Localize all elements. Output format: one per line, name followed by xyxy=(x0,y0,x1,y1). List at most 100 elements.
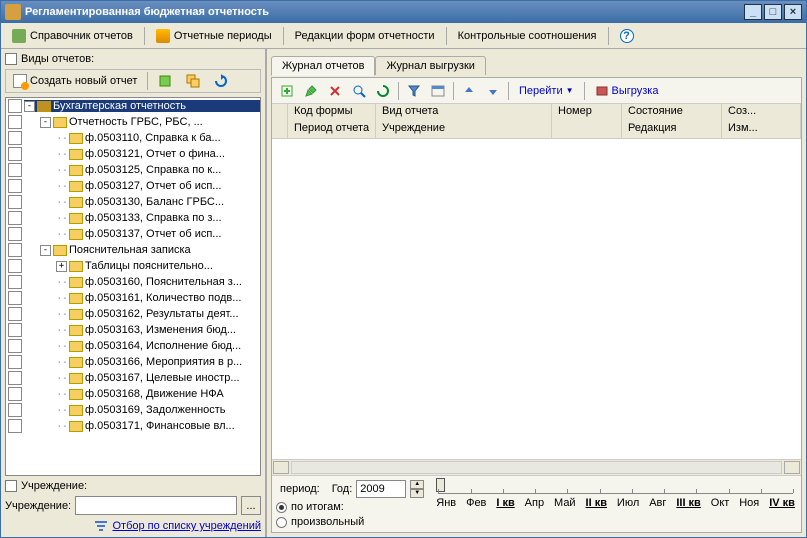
close-button[interactable]: × xyxy=(784,4,802,20)
report-tree[interactable]: -Бухгалтерская отчетность-Отчетность ГРБ… xyxy=(5,97,261,476)
control-button[interactable]: Контрольные соотношения xyxy=(451,27,604,45)
col-number[interactable]: Номер xyxy=(552,104,622,121)
radio-results[interactable] xyxy=(276,502,287,513)
tree-checkbox[interactable] xyxy=(8,339,22,353)
reference-button[interactable]: Справочник отчетов xyxy=(5,26,140,46)
expand-icon[interactable]: + xyxy=(56,261,67,272)
report-types-checkbox[interactable] xyxy=(5,53,17,65)
tab-export[interactable]: Журнал выгрузки xyxy=(375,56,485,75)
h-scrollbar[interactable] xyxy=(272,459,801,475)
scroll-left[interactable] xyxy=(273,461,289,474)
col-period[interactable]: Период отчета xyxy=(288,121,376,138)
month-label[interactable]: Май xyxy=(554,497,576,509)
tree-row[interactable]: ··ф.0503110, Справка к ба... xyxy=(6,130,260,146)
col-type[interactable]: Вид отчета xyxy=(376,104,552,121)
down-button[interactable] xyxy=(482,81,504,101)
tree-row[interactable]: ··ф.0503166, Мероприятия в р... xyxy=(6,354,260,370)
tree-row[interactable]: ··ф.0503162, Результаты деят... xyxy=(6,306,260,322)
tree-row[interactable]: ··ф.0503130, Баланс ГРБС... xyxy=(6,194,260,210)
tree-row[interactable]: ··ф.0503163, Изменения бюд... xyxy=(6,322,260,338)
month-label[interactable]: I кв xyxy=(496,497,514,509)
month-label[interactable]: II кв xyxy=(586,497,607,509)
tree-checkbox[interactable] xyxy=(8,179,22,193)
tree-row[interactable]: ··ф.0503121, Отчет о фина... xyxy=(6,146,260,162)
col-status[interactable]: Состояние xyxy=(622,104,722,121)
col-edition[interactable]: Редакция xyxy=(622,121,722,138)
tree-checkbox[interactable] xyxy=(8,419,22,433)
collapse-icon[interactable]: - xyxy=(24,101,35,112)
tree-checkbox[interactable] xyxy=(8,307,22,321)
filter-button[interactable] xyxy=(403,81,425,101)
tree-checkbox[interactable] xyxy=(8,99,22,113)
month-label[interactable]: Фев xyxy=(466,497,486,509)
help-button[interactable]: ? xyxy=(613,26,641,46)
tree-row[interactable]: ··ф.0503168, Движение НФА xyxy=(6,386,260,402)
tree-checkbox[interactable] xyxy=(8,147,22,161)
collapse-icon[interactable]: - xyxy=(40,117,51,128)
tree-row[interactable]: ··ф.0503161, Количество подв... xyxy=(6,290,260,306)
tree-row[interactable]: ··ф.0503167, Целевые иностр... xyxy=(6,370,260,386)
export-button[interactable]: Выгрузка xyxy=(589,84,665,98)
month-label[interactable]: Ноя xyxy=(739,497,759,509)
radio-custom[interactable] xyxy=(276,517,287,528)
grid-body[interactable] xyxy=(272,139,801,459)
month-label[interactable]: Апр xyxy=(525,497,544,509)
tree-checkbox[interactable] xyxy=(8,115,22,129)
create-report-button[interactable]: Создать новый отчет xyxy=(7,72,143,90)
tree-row[interactable]: ··ф.0503160, Пояснительная з... xyxy=(6,274,260,290)
refresh-button[interactable] xyxy=(372,81,394,101)
month-label[interactable]: Июл xyxy=(617,497,639,509)
minimize-button[interactable]: _ xyxy=(744,4,762,20)
tree-checkbox[interactable] xyxy=(8,291,22,305)
tree-row[interactable]: +Таблицы пояснительно... xyxy=(6,258,260,274)
edit-button[interactable] xyxy=(300,81,322,101)
month-label[interactable]: III кв xyxy=(676,497,701,509)
up-button[interactable] xyxy=(458,81,480,101)
col-modified[interactable]: Изм... xyxy=(722,121,801,138)
org-filter-checkbox[interactable] xyxy=(5,480,17,492)
tree-checkbox[interactable] xyxy=(8,131,22,145)
tree-checkbox[interactable] xyxy=(8,163,22,177)
tab-journal[interactable]: Журнал отчетов xyxy=(271,56,375,76)
tree-checkbox[interactable] xyxy=(8,355,22,369)
scroll-right[interactable] xyxy=(784,461,800,474)
find-button[interactable] xyxy=(348,81,370,101)
periods-button[interactable]: Отчетные периоды xyxy=(149,26,279,46)
spin-up[interactable]: ▲ xyxy=(410,480,424,489)
org-input[interactable] xyxy=(75,496,237,515)
tree-row[interactable]: ··ф.0503137, Отчет об исп... xyxy=(6,226,260,242)
goto-button[interactable]: Перейти▼ xyxy=(513,85,580,97)
month-label[interactable]: Авг xyxy=(649,497,666,509)
maximize-button[interactable]: □ xyxy=(764,4,782,20)
year-spinner[interactable]: ▲▼ xyxy=(410,480,424,498)
slider-track[interactable] xyxy=(438,484,793,494)
month-label[interactable]: Янв xyxy=(436,497,456,509)
col-created[interactable]: Соз... xyxy=(722,104,801,121)
delete-button[interactable] xyxy=(324,81,346,101)
org-filter-link[interactable]: Отбор по списку учреждений xyxy=(94,519,261,533)
tree-checkbox[interactable] xyxy=(8,275,22,289)
tree-row[interactable]: -Отчетность ГРБС, РБС, ... xyxy=(6,114,260,130)
tree-checkbox[interactable] xyxy=(8,323,22,337)
org-picker-button[interactable]: ... xyxy=(241,496,261,515)
tree-checkbox[interactable] xyxy=(8,259,22,273)
tree-row[interactable]: ··ф.0503171, Финансовые вл... xyxy=(6,418,260,434)
tree-checkbox[interactable] xyxy=(8,371,22,385)
tree-row[interactable]: ··ф.0503125, Справка по к... xyxy=(6,162,260,178)
editions-button[interactable]: Редакции форм отчетности xyxy=(288,27,442,45)
tree-checkbox[interactable] xyxy=(8,227,22,241)
tree-row[interactable]: ··ф.0503127, Отчет об исп... xyxy=(6,178,260,194)
add-button[interactable] xyxy=(276,81,298,101)
tool-button-3[interactable] xyxy=(208,72,234,90)
collapse-icon[interactable]: - xyxy=(40,245,51,256)
tree-row[interactable]: ··ф.0503133, Справка по з... xyxy=(6,210,260,226)
tree-checkbox[interactable] xyxy=(8,243,22,257)
tree-checkbox[interactable] xyxy=(8,195,22,209)
spin-down[interactable]: ▼ xyxy=(410,489,424,498)
tree-row[interactable]: -Бухгалтерская отчетность xyxy=(6,98,260,114)
tool-button-1[interactable] xyxy=(152,72,178,90)
year-input[interactable]: 2009 xyxy=(356,480,406,498)
col-org[interactable]: Учреждение xyxy=(376,121,552,138)
tool-button-2[interactable] xyxy=(180,72,206,90)
tree-row[interactable]: -Пояснительная записка xyxy=(6,242,260,258)
